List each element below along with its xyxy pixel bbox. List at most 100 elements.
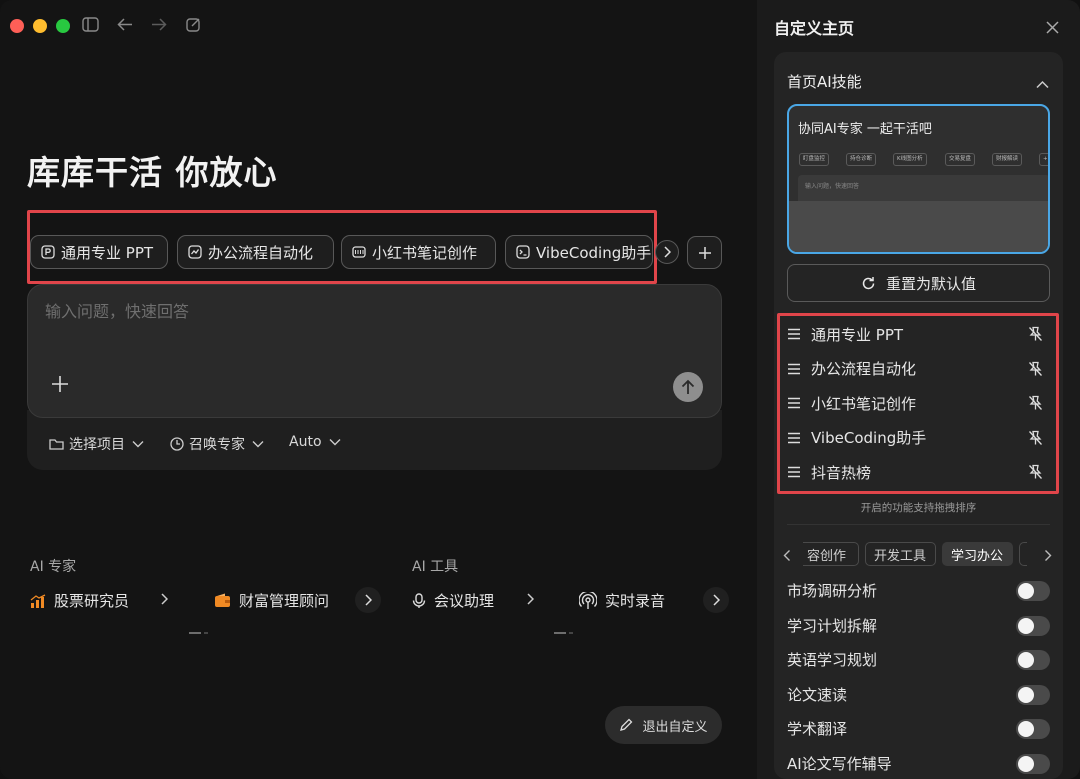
expert-wealth-advisor[interactable]: 财富管理顾问 [214,590,334,611]
skill-toggle-row: 英语学习规划 [787,644,1050,674]
reset-default-button[interactable]: 重置为默认值 [787,264,1050,302]
chip-vibecoding[interactable]: VibeCoding助手 [505,235,653,269]
page-headline: 库库干活 你放心 [27,153,278,192]
chevron-right-icon[interactable] [160,590,169,609]
pin-icon[interactable] [1028,361,1043,377]
divider [787,524,1050,525]
skill-toggle-row: 学习计划拆解 [787,610,1050,640]
exit-customize-button[interactable]: 退出自定义 [605,706,722,744]
note-icon [352,246,366,258]
skill-toggle-switch[interactable] [1016,684,1050,705]
drag-handle-icon[interactable] [787,363,801,375]
chevron-right-icon [664,246,671,258]
wallet-icon [215,593,230,607]
category-tab-partial[interactable] [1019,542,1027,566]
minimize-window-button[interactable] [33,19,47,33]
skill-label: 小红书笔记创作 [811,394,917,413]
category-tab-dev-tools[interactable]: 开发工具 [865,542,936,566]
drag-handle-icon[interactable] [787,328,801,340]
homepage-preview: 协同AI专家 一起干活吧 盯盘监控 持仓诊断 K线图分析 交易复盘 财报解读 +… [787,104,1050,254]
skill-toggle-switch[interactable] [1016,615,1050,636]
skill-row[interactable]: 通用专业 PPT [787,317,1049,351]
pin-icon[interactable] [1028,395,1043,411]
model-mode-dropdown[interactable]: Auto [289,434,346,450]
attach-plus-icon[interactable] [51,375,69,397]
option-label: 选择项目 [69,437,125,453]
back-arrow-icon[interactable] [117,17,133,32]
arrow-up-icon [681,379,695,394]
skill-toggle-row: 学术翻译 [787,713,1050,743]
drag-handle-icon[interactable] [787,466,801,478]
skill-toggle-switch[interactable] [1016,719,1050,739]
main-area: 库库干活 你放心 通用专业 PPT 办公流程自动化 小红书笔记创作 VibeCo… [0,0,757,779]
chevron-right-icon[interactable] [526,590,535,609]
skill-toggle-switch[interactable] [1016,581,1050,601]
categories-next-icon[interactable] [1044,547,1052,566]
skill-row[interactable]: 抖音热榜 [787,455,1049,489]
chip-label: VibeCoding助手 [536,243,652,262]
chip-office-automation[interactable]: 办公流程自动化 [177,235,334,269]
forward-arrow-icon[interactable] [151,17,167,32]
tool-realtime-recording[interactable]: 实时录音 [579,590,665,611]
tool-label: 会议助理 [434,592,495,610]
preview-chip: 持仓诊断 [846,153,877,166]
close-window-button[interactable] [10,19,24,33]
skill-label: 办公流程自动化 [811,360,917,378]
pin-icon[interactable] [1028,464,1043,480]
refresh-icon [862,276,875,289]
expert-stock-researcher[interactable]: 股票研究员 [30,590,129,611]
chevron-down-icon [329,439,341,446]
new-chat-icon[interactable] [186,17,202,32]
skill-toggle-switch[interactable] [1016,753,1050,774]
drag-handle-icon[interactable] [787,432,801,444]
chip-ppt[interactable]: 通用专业 PPT [30,235,168,269]
skill-row[interactable]: VibeCoding助手 [787,421,1049,455]
collapse-chevron-icon[interactable] [1036,74,1049,93]
summon-expert-dropdown[interactable]: 召唤专家 [170,434,269,454]
chip-xiaohongshu[interactable]: 小红书笔记创作 [341,235,496,269]
toggle-label: 英语学习规划 [787,651,878,669]
category-tab-content-creation[interactable]: 容创作 [803,542,859,566]
tools-scroll-right-button[interactable] [703,587,729,613]
chevron-right-icon [713,594,720,606]
send-button[interactable] [673,372,703,402]
app-window: 库库干活 你放心 通用专业 PPT 办公流程自动化 小红书笔记创作 VibeCo… [0,0,1080,779]
drag-handle-icon[interactable] [787,397,801,409]
expert-icon [170,437,184,451]
tool-meeting-assistant[interactable]: 会议助理 [412,590,494,611]
preview-chip: 交易复盘 [945,153,976,166]
pin-icon[interactable] [1028,430,1043,446]
preview-bottom [789,201,1048,252]
question-input[interactable]: 输入问题，快速回答 [27,284,722,418]
close-panel-icon[interactable] [1046,19,1059,38]
page-indicator-active [554,632,566,634]
ai-experts-title: AI 专家 [30,559,77,575]
toggle-label: 学习计划拆解 [787,616,878,635]
input-placeholder: 输入问题，快速回答 [45,302,190,321]
page-indicator-active [189,632,201,634]
skill-row[interactable]: 办公流程自动化 [787,352,1049,386]
panel-title: 自定义主页 [774,19,855,38]
option-label: 召唤专家 [189,437,245,453]
expert-label: 财富管理顾问 [239,592,330,610]
chevron-right-icon [365,594,372,606]
zoom-window-button[interactable] [56,19,70,33]
experts-scroll-right-button[interactable] [355,587,381,613]
pin-icon[interactable] [1028,326,1043,342]
skill-row[interactable]: 小红书笔记创作 [787,386,1049,420]
chips-scroll-right-button[interactable] [655,240,679,264]
skill-toggle-row: AI论文写作辅导 [787,748,1050,778]
category-tab-study-office[interactable]: 学习办公 [942,542,1013,566]
categories-prev-icon[interactable] [783,547,791,566]
add-chip-button[interactable] [687,236,722,269]
page-indicator [569,632,573,634]
skill-toggle-switch[interactable] [1016,650,1050,670]
stock-chart-icon [30,593,46,608]
sidebar-toggle-icon[interactable] [82,17,99,32]
toggle-label: 学术翻译 [787,720,848,738]
toggle-label: 市场调研分析 [787,582,878,600]
expert-label: 股票研究员 [54,592,130,610]
pencil-icon [620,718,633,731]
select-project-dropdown[interactable]: 选择项目 [49,434,149,454]
preview-chip: 盯盘监控 [799,153,830,166]
